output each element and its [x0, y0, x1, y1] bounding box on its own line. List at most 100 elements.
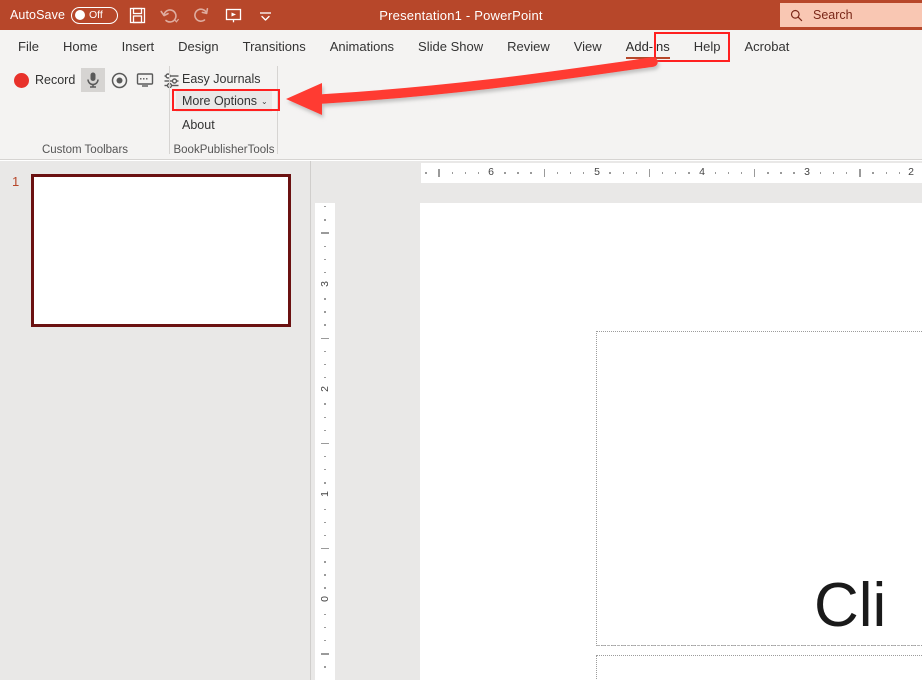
record-button-label: Record	[35, 73, 75, 87]
ruler-label: 6	[484, 166, 498, 178]
ruler-tick	[324, 509, 326, 510]
search-box[interactable]: Search	[780, 3, 922, 27]
ruler-tick	[780, 172, 781, 174]
ruler-tick	[321, 338, 329, 339]
tab-acrobat[interactable]: Acrobat	[733, 30, 802, 62]
undo-icon[interactable]	[156, 2, 182, 28]
ruler-tick	[544, 169, 545, 177]
more-options-label: More Options	[182, 94, 257, 108]
record-controls-row: Record	[10, 68, 183, 92]
subtitle-placeholder[interactable]	[596, 655, 922, 680]
title-placeholder[interactable]: Cli	[596, 331, 922, 646]
save-icon[interactable]	[124, 2, 150, 28]
tab-animations[interactable]: Animations	[318, 30, 406, 62]
ruler-tick	[321, 232, 329, 233]
tab-insert[interactable]: Insert	[110, 30, 167, 62]
tab-active-underline	[626, 57, 670, 60]
microphone-icon[interactable]	[81, 68, 105, 92]
ruler-tick	[833, 172, 834, 174]
group-separator	[277, 66, 278, 154]
document-title: Presentation1 - PowerPoint	[379, 8, 542, 23]
ribbon-group-custom-toolbars: Record	[0, 62, 170, 160]
ruler-label: 0	[319, 592, 331, 606]
quick-access-toolbar: AutoSave Off	[0, 2, 278, 28]
record-button[interactable]: Record	[10, 71, 79, 90]
tab-view[interactable]: View	[562, 30, 614, 62]
ruler-tick	[324, 456, 326, 457]
ribbon-group-bookpublishertools: Easy Journals More Options ⌄ About BookP…	[170, 62, 278, 160]
tab-review[interactable]: Review	[495, 30, 562, 62]
ruler-tick	[583, 172, 584, 174]
ruler-tick	[324, 351, 326, 352]
ruler-tick	[570, 172, 571, 174]
ruler-tick	[324, 561, 326, 562]
slide-thumbnail-1[interactable]	[31, 174, 291, 327]
ruler-label: 2	[319, 382, 331, 396]
ribbon-tab-strip: File Home Insert Design Transitions Anim…	[0, 30, 922, 62]
ruler-tick	[754, 169, 755, 177]
ruler-tick	[321, 653, 329, 654]
ruler-tick	[324, 666, 326, 667]
autosave-state-label: Off	[89, 9, 103, 21]
ruler-tick	[767, 172, 768, 174]
about-button[interactable]: About	[176, 114, 272, 136]
autosave-toggle-knob	[75, 10, 85, 20]
ruler-tick	[662, 172, 663, 174]
redo-icon[interactable]	[188, 2, 214, 28]
tab-transitions[interactable]: Transitions	[231, 30, 318, 62]
ruler-tick	[324, 627, 326, 628]
search-placeholder: Search	[813, 8, 853, 22]
title-placeholder-text: Cli	[597, 575, 886, 645]
ruler-tick	[899, 172, 900, 174]
ruler-tick	[741, 172, 742, 174]
ruler-tick	[324, 522, 326, 523]
ruler-tick	[793, 172, 794, 174]
tab-home[interactable]: Home	[51, 30, 110, 62]
about-label: About	[182, 118, 215, 132]
autosave-label: AutoSave	[10, 8, 65, 22]
vertical-center-guide	[597, 645, 922, 646]
ruler-tick	[425, 172, 426, 174]
record-target-icon[interactable]	[107, 68, 131, 92]
ruler-tick	[517, 172, 518, 174]
ruler-tick	[728, 172, 729, 174]
tab-add-ins-label: Add-ins	[626, 39, 670, 54]
ruler-tick	[715, 172, 716, 174]
ruler-label: 4	[695, 166, 709, 178]
ruler-tick	[324, 324, 326, 325]
ruler-tick	[675, 172, 676, 174]
slide-canvas[interactable]: Cli	[420, 203, 922, 680]
customize-quick-access-toolbar-icon[interactable]	[252, 2, 278, 28]
tab-help[interactable]: Help	[682, 30, 733, 62]
tab-design[interactable]: Design	[166, 30, 230, 62]
tab-file[interactable]: File	[6, 30, 51, 62]
ruler-tick	[438, 169, 439, 177]
ruler-tick	[324, 417, 326, 418]
tab-add-ins[interactable]: Add-ins	[614, 30, 682, 62]
group-label-bookpublishertools: BookPublisherTools	[170, 144, 278, 156]
record-dot-icon	[14, 73, 29, 88]
ruler-tick	[636, 172, 637, 174]
ruler-tick	[478, 172, 479, 174]
ruler-tick	[886, 172, 887, 174]
ruler-tick	[324, 272, 326, 273]
ruler-tick	[609, 172, 610, 174]
screen-recording-icon[interactable]	[133, 68, 157, 92]
ruler-tick	[324, 311, 326, 312]
start-presentation-icon[interactable]	[220, 2, 246, 28]
ruler-tick	[465, 172, 466, 174]
ruler-tick	[872, 172, 873, 174]
ruler-tick	[324, 298, 326, 299]
ruler-tick	[557, 172, 558, 174]
ruler-tick	[324, 587, 326, 588]
horizontal-ruler[interactable]: 65432	[421, 163, 922, 183]
easy-journals-button[interactable]: Easy Journals	[176, 68, 272, 90]
autosave-toggle[interactable]: Off	[71, 7, 118, 24]
ruler-tick	[324, 469, 326, 470]
more-options-button[interactable]: More Options ⌄	[176, 90, 272, 112]
vertical-ruler[interactable]: 3 2 1 0	[315, 203, 335, 680]
tab-slide-show[interactable]: Slide Show	[406, 30, 495, 62]
ruler-label: 1	[319, 487, 331, 501]
ruler-label: 3	[319, 277, 331, 291]
ruler-tick	[324, 377, 326, 378]
